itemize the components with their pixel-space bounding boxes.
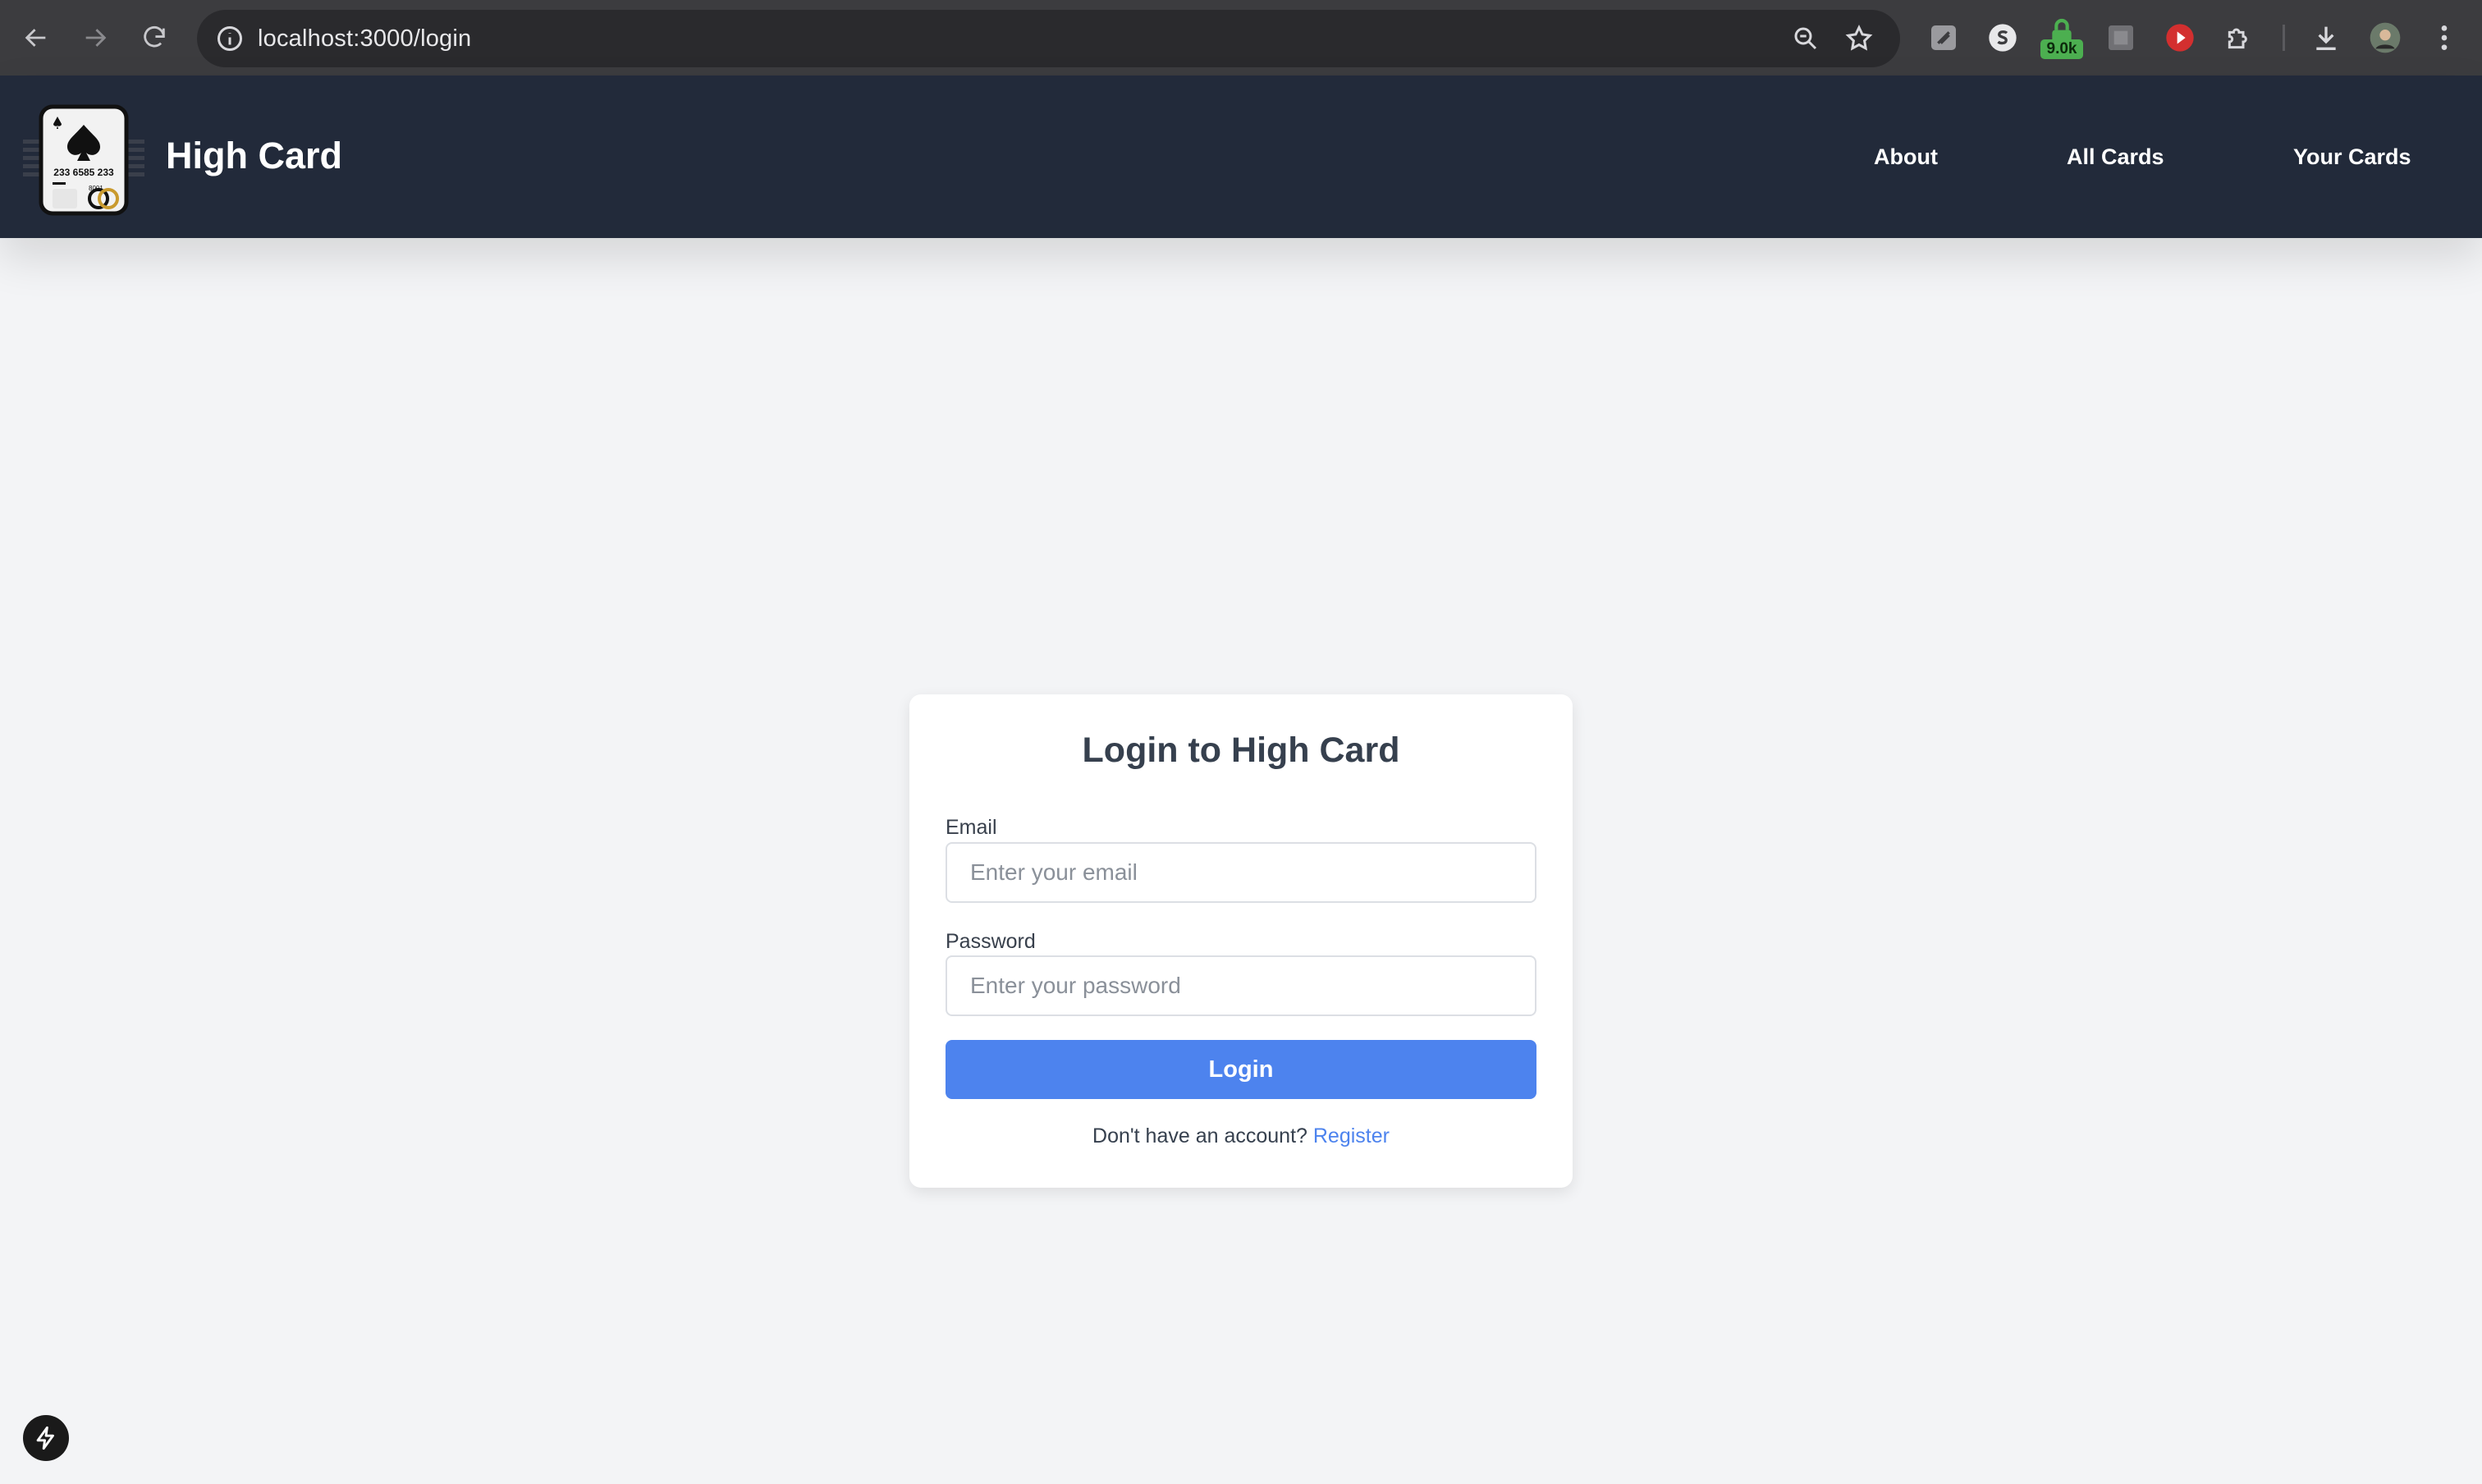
playing-card-logo-icon[interactable]: 233 6585 233 8001	[23, 103, 144, 217]
register-prompt: Don't have an account?	[1092, 1124, 1307, 1147]
email-input[interactable]	[946, 842, 1536, 903]
extension-square-icon[interactable]	[2103, 20, 2139, 56]
dev-tools-button[interactable]	[23, 1415, 69, 1461]
extension-s-icon[interactable]	[1985, 20, 2021, 56]
nav-your-cards[interactable]: Your Cards	[2293, 144, 2411, 170]
back-button[interactable]	[13, 15, 59, 61]
zoom-icon[interactable]	[1791, 24, 1820, 53]
reload-icon	[144, 26, 165, 48]
login-title: Login to High Card	[1082, 731, 1400, 770]
password-input[interactable]	[946, 955, 1536, 1016]
nav-about[interactable]: About	[1874, 144, 1938, 170]
password-label: Password	[946, 930, 1036, 953]
login-button[interactable]: Login	[946, 1040, 1536, 1099]
reload-button[interactable]	[131, 15, 177, 61]
url-text[interactable]: localhost:3000/login	[258, 10, 471, 67]
menu-kebab-icon[interactable]	[2426, 20, 2462, 56]
forward-button[interactable]	[72, 15, 118, 61]
star-icon[interactable]	[1844, 24, 1874, 53]
extension-play-icon[interactable]	[2162, 20, 2198, 56]
nav-all-cards[interactable]: All Cards	[2067, 144, 2164, 170]
arrow-left-icon	[25, 29, 46, 47]
toolbar-divider	[2283, 25, 2285, 51]
register-link[interactable]: Register	[1313, 1124, 1390, 1147]
email-label: Email	[946, 816, 997, 839]
download-icon[interactable]	[2308, 20, 2344, 56]
extensions-puzzle-icon[interactable]	[2221, 20, 2257, 56]
browser-toolbar: localhost:3000/login 9.0k	[0, 0, 2482, 76]
register-line: Don't have an account? Register	[909, 1124, 1573, 1148]
svg-text:233 6585 233: 233 6585 233	[53, 167, 114, 178]
address-bar[interactable]: localhost:3000/login	[197, 10, 1900, 67]
info-icon[interactable]	[215, 24, 245, 53]
arrow-right-icon	[85, 29, 107, 47]
login-card: Login to High Card Email Password Login …	[909, 694, 1573, 1188]
lightning-bolt-icon	[36, 1426, 54, 1450]
app-header: 233 6585 233 8001 High Card About All Ca…	[0, 76, 2482, 238]
profile-avatar-icon[interactable]	[2367, 20, 2403, 56]
extension-badge: 9.0k	[2040, 39, 2083, 59]
brand-title[interactable]: High Card	[166, 135, 342, 177]
extension-notes-icon[interactable]	[1926, 20, 1962, 56]
